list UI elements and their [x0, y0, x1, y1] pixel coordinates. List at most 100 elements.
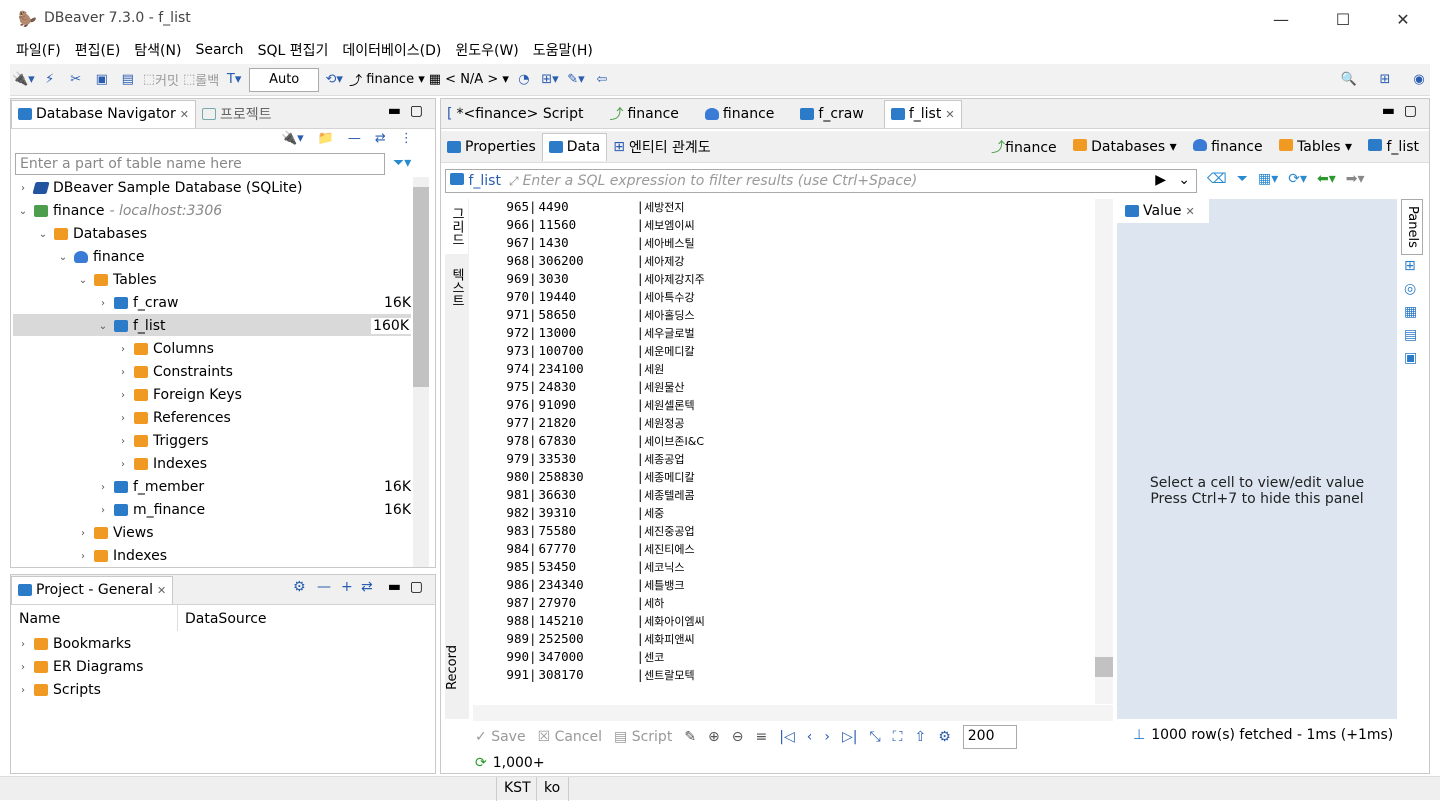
filter-settings-icon[interactable]: ⏷: [1237, 171, 1248, 187]
table-row[interactable]: 981 | 36630 | 세종텔레콤: [473, 487, 694, 505]
add-icon[interactable]: +: [341, 579, 353, 595]
table-row[interactable]: 966 | 11560 | 세보엠이씨: [473, 217, 694, 235]
breadcrumb-databases[interactable]: Databases ▾: [1072, 139, 1177, 155]
tab-f-craw[interactable]: f_craw: [794, 100, 869, 128]
table-row[interactable]: 968 | 306200 | 세아제강: [473, 253, 684, 271]
table-row[interactable]: 978 | 67830 | 세이브존I&C: [473, 433, 704, 451]
menu-file[interactable]: 파일(F): [16, 40, 61, 60]
minimize-button[interactable]: —: [1258, 0, 1304, 38]
dbeaver-perspective-icon[interactable]: ◉: [1408, 68, 1430, 92]
minimize-panel-icon[interactable]: ▬: [388, 103, 401, 119]
table-row[interactable]: 976 | 91090 | 세원셀론텍: [473, 397, 694, 415]
tree-item-schema-indexes[interactable]: › Indexes: [77, 545, 167, 567]
save-filter-icon[interactable]: ▦▾: [1258, 171, 1278, 187]
new-connection-icon[interactable]: 🔌▾: [281, 131, 304, 146]
results-text-view[interactable]: 965 | 4490 | 세방전지 966 | 11560 | 세보엠이씨 967 | 1430 | 세…: [473, 199, 1113, 699]
tab-text[interactable]: 텍스트: [445, 260, 468, 315]
panel-aggregate-icon[interactable]: ▤: [1404, 324, 1427, 347]
tree-item-f-craw[interactable]: › f_craw 16K: [97, 292, 411, 314]
tab-project-general[interactable]: Project - General ✕: [11, 575, 174, 604]
table-row[interactable]: 977 | 21820 | 세원정공: [473, 415, 684, 433]
table-row[interactable]: 986 | 234340 | 세틀뱅크: [473, 577, 684, 595]
erd-icon[interactable]: ⊞▾: [539, 68, 561, 92]
navigator-scrollbar[interactable]: [413, 177, 429, 567]
tree-item-sample-db[interactable]: › DBeaver Sample Database (SQLite): [17, 177, 303, 199]
table-row[interactable]: 974 | 234100 | 세원: [473, 361, 664, 379]
maximize-panel-icon[interactable]: ▢: [410, 579, 423, 595]
add-row-icon[interactable]: ⊕: [708, 729, 720, 745]
table-row[interactable]: 990 | 347000 | 센코: [473, 649, 664, 667]
tree-item-foreign-keys[interactable]: › Foreign Keys: [117, 384, 242, 406]
new-folder-icon[interactable]: 📁: [318, 131, 334, 146]
table-row[interactable]: 965 | 4490 | 세방전지: [473, 199, 684, 217]
filter-table-label[interactable]: f_list: [446, 173, 505, 189]
close-icon[interactable]: ✕: [180, 108, 189, 121]
apply-filter-icon[interactable]: ▶: [1155, 172, 1166, 188]
fetch-icon[interactable]: ⤡: [869, 729, 880, 745]
table-row[interactable]: 973 | 100700 | 세운메디칼: [473, 343, 694, 361]
collapse-all-icon[interactable]: —: [348, 131, 361, 146]
tree-item-indexes[interactable]: › Indexes: [117, 453, 207, 475]
tree-item-f-member[interactable]: › f_member 16K: [97, 476, 411, 498]
filter-history-icon[interactable]: ⌄: [1178, 172, 1190, 188]
minimize-editor-icon[interactable]: ▬: [1382, 103, 1395, 119]
table-row[interactable]: 972 | 13000 | 세우글로벌: [473, 325, 694, 343]
history-icon[interactable]: ⟲▾: [323, 68, 345, 92]
table-row[interactable]: 983 | 75580 | 세진중공업: [473, 523, 694, 541]
connect-icon[interactable]: ⚡: [39, 68, 61, 92]
table-row[interactable]: 980 | 258830 | 세종메디칼: [473, 469, 694, 487]
sql-editor-icon[interactable]: ▣: [91, 68, 113, 92]
open-perspective-icon[interactable]: ⊞: [1374, 68, 1396, 92]
search-icon[interactable]: 🔍: [1338, 68, 1360, 92]
table-row[interactable]: 979 | 33530 | 세종공업: [473, 451, 684, 469]
maximize-editor-icon[interactable]: ▢: [1404, 103, 1417, 119]
copy-row-icon[interactable]: ⊖: [732, 729, 744, 745]
last-page-icon[interactable]: ▷|: [842, 729, 857, 745]
table-row[interactable]: 987 | 27970 | 세하: [473, 595, 664, 613]
menu-window[interactable]: 윈도우(W): [455, 40, 518, 60]
back-icon[interactable]: ⇦: [591, 68, 613, 92]
menu-search[interactable]: Search: [195, 42, 243, 58]
menu-navigate[interactable]: 탐색(N): [134, 40, 181, 60]
tab-database-navigator[interactable]: Database Navigator ✕: [11, 99, 196, 128]
close-icon[interactable]: ✕: [157, 584, 166, 597]
minimize-panel-icon[interactable]: ▬: [388, 579, 401, 595]
table-row[interactable]: 989 | 252500 | 세화피앤씨: [473, 631, 694, 649]
tab-value[interactable]: Value ✕: [1117, 199, 1209, 223]
transaction-icon[interactable]: ▤: [117, 68, 139, 92]
maximize-button[interactable]: ☐: [1320, 0, 1366, 38]
link-editor-icon[interactable]: ⇄: [375, 131, 386, 146]
panel-metadata-icon[interactable]: ◎: [1404, 278, 1427, 301]
column-header-datasource[interactable]: DataSource: [185, 611, 267, 627]
commit-mode-select[interactable]: Auto: [249, 67, 320, 92]
panel-grouping-icon[interactable]: ⊞: [1404, 255, 1427, 278]
table-row[interactable]: 988 | 145210 | 세화아이엠씨: [473, 613, 704, 631]
menu-help[interactable]: 도움말(H): [533, 40, 593, 60]
next-page-icon[interactable]: ›: [824, 729, 830, 745]
forward-icon[interactable]: ➡▾: [1346, 171, 1365, 187]
edit-row-icon[interactable]: ✎: [684, 729, 696, 745]
erase-filter-icon[interactable]: ⌫: [1207, 171, 1227, 187]
tab-record[interactable]: Record: [445, 645, 460, 690]
tab-panels[interactable]: Panels: [1401, 199, 1423, 255]
delete-row-icon[interactable]: ≡: [756, 729, 768, 745]
new-connection-icon[interactable]: 🔌▾: [12, 68, 35, 92]
export-icon[interactable]: ⇧: [914, 729, 926, 745]
tab-er-diagram[interactable]: ⊞ 엔티티 관계도: [607, 133, 716, 161]
close-icon[interactable]: ✕: [1185, 205, 1194, 218]
breadcrumb-connection[interactable]: ⤴finance: [991, 137, 1056, 157]
tree-item-m-finance[interactable]: › m_finance 16K: [97, 499, 411, 521]
results-vertical-scrollbar[interactable]: [1095, 199, 1113, 704]
tree-item-databases[interactable]: ⌄ Databases: [37, 223, 147, 245]
column-header-name[interactable]: Name: [19, 611, 60, 627]
table-row[interactable]: 967 | 1430 | 세아베스틸: [473, 235, 694, 253]
table-row[interactable]: 991 | 308170 | 센트랄모텍: [473, 667, 694, 685]
breadcrumb-tables[interactable]: Tables ▾: [1278, 139, 1352, 155]
table-row[interactable]: 985 | 53450 | 세코닉스: [473, 559, 684, 577]
tree-item-columns[interactable]: › Columns: [117, 338, 214, 360]
table-filter-input[interactable]: Enter a part of table name here: [15, 153, 385, 175]
collapse-icon[interactable]: —: [317, 579, 331, 595]
tab-finance-script[interactable]: [*<finance> Script: [441, 100, 589, 128]
breadcrumb-database[interactable]: finance: [1192, 139, 1263, 155]
tree-item-scripts[interactable]: › Scripts: [17, 679, 101, 701]
